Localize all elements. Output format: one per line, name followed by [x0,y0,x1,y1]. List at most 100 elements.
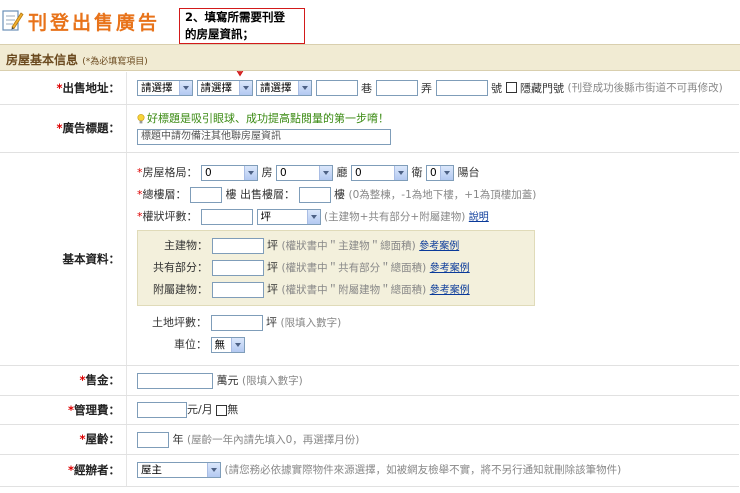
area-row: *權狀坪數： 坪 (主建物+共有部分+附屬建物) 說明 [137,208,489,225]
attached-building-input[interactable] [211,281,264,298]
address-note: (刊登成功後縣市街道不可再修改) [567,81,723,94]
page-title: 刊登出售廣告 [28,12,161,34]
common-area-label: 共有部分： [153,260,208,274]
age-row: *屋齡： 年 (屋齡一年內請先填入0，再選擇月份) [0,424,739,455]
age-input[interactable] [137,431,169,448]
address-row: *出售地址： 請選擇 請選擇 請選擇 巷 弄 號 隱藏門號 (刊登成功後縣市街道… [0,72,739,105]
chevron-down-icon [230,337,244,352]
layout-row: *房屋格局： 0 房 0 廳 0 衛 0 陽台 [137,164,480,181]
total-floors-input[interactable] [190,186,222,203]
chevron-down-icon [319,165,332,180]
chevron-down-icon [238,80,252,95]
price-note: (限填入數字) [242,374,303,387]
page-header: 刊登出售廣告 2、填寫所需要刊登 的房屋資訊； [0,0,740,44]
floors-unit: 樓 [225,187,237,201]
chevron-down-icon [298,80,311,95]
ad-title-row: *廣告標題： 好標題是吸引眼球、成功提高點閱量的第一步唷！ 標題中請勿備注其他聯… [0,104,739,153]
number-input[interactable] [435,79,488,96]
fee-input[interactable] [137,402,187,418]
ad-title-input[interactable]: 標題中請勿備注其他聯房屋資訊 [137,128,391,145]
main-building-note: (權狀書中＂主建物＂總面積) [281,239,416,252]
address-label: 出售地址： [62,80,121,95]
main-building-unit: 坪 [267,238,278,252]
city-select[interactable]: 請選擇 [137,79,193,96]
parking-row: 車位： 無 [137,334,739,356]
land-area-note: (限填入數字) [280,316,342,329]
chevron-down-icon [207,463,220,477]
alley-input[interactable] [375,79,418,96]
area-note: (主建物+共有部分+附屬建物) [324,210,466,223]
lightbulb-icon [137,113,145,123]
basic-info-row: 基本資料： *房屋格局： 0 房 0 廳 0 衛 0 陽台 *總樓層： 樓 出售… [0,152,739,366]
chevron-down-icon [306,209,320,224]
fee-unit: 元/月 [187,403,213,416]
land-area-input[interactable] [210,314,263,331]
number-unit: 號 [491,81,502,95]
ad-title-tip: 好標題是吸引眼球、成功提高點閱量的第一步唷！ [147,111,389,125]
hall-select[interactable]: 0 [276,164,333,181]
parking-select[interactable]: 無 [210,336,245,353]
main-building-input[interactable] [211,237,264,254]
agent-label: 經辦者： [74,463,120,477]
price-row: *售金： 萬元 (限填入數字) [0,365,739,396]
callout-line-2: 的房屋資訊； [185,27,254,41]
hide-number-checkbox[interactable] [505,82,517,94]
land-area-unit: 坪 [266,315,277,329]
lane-input[interactable] [315,79,358,96]
area-help-link[interactable]: 說明 [469,212,489,223]
area-input[interactable] [201,208,253,225]
no-fee-checkbox[interactable] [216,404,228,416]
price-label: 售金： [85,373,121,387]
sale-floor-input[interactable] [298,186,331,203]
room-select[interactable]: 0 [201,164,258,181]
attached-building-unit: 坪 [267,282,278,296]
attached-building-note: (權狀書中＂附屬建物＂總面積) [281,283,427,296]
land-area-row: 土地坪數： 坪 (限填入數字) [137,312,739,334]
required-note: (*為必填寫項目) [82,57,148,67]
land-area-label: 土地坪數： [152,315,207,329]
price-input[interactable] [137,372,213,389]
bath-unit: 衛 [411,165,423,179]
area-label: 權狀坪數： [142,209,198,223]
agent-row: *經辦者： 屋主 (請您務必依據實際物件來源選擇，如被網友檢舉不實，將不另行通知… [0,454,739,487]
no-fee-label: 無 [227,403,239,416]
hall-unit: 廳 [336,165,348,179]
common-area-note: (權狀書中＂共有部分＂總面積) [281,261,427,274]
section-title: 房屋基本信息 [6,53,79,67]
chevron-down-icon [394,165,407,180]
alley-unit: 弄 [421,81,432,95]
main-building-label: 主建物： [164,238,208,252]
balcony-unit: 陽台 [457,165,480,179]
price-unit: 萬元 [216,373,239,387]
basic-info-label: 基本資料： [62,251,121,266]
parking-label: 車位： [174,337,207,351]
chevron-down-icon [179,80,192,95]
floors-row: *總樓層： 樓 出售樓層： 樓 (0為整棟，-1為地下樓，+1為頂樓加蓋) [137,186,537,203]
layout-label: 房屋格局： [142,165,198,179]
instruction-callout: 2、填寫所需要刊登 的房屋資訊； [179,8,305,44]
common-area-unit: 坪 [267,260,278,274]
agent-note: (請您務必依據實際物件來源選擇，如被網友檢舉不實，將不另行通知就刪除該筆物件) [224,464,622,476]
main-building-row: 主建物： 坪 (權狀書中＂主建物＂總面積) 參考案例 [138,235,534,257]
street-select[interactable]: 請選擇 [256,79,312,96]
attached-building-example-link[interactable]: 參考案例 [430,285,470,296]
common-area-input[interactable] [211,259,264,276]
common-area-example-link[interactable]: 參考案例 [430,263,470,274]
agent-select[interactable]: 屋主 [137,462,221,478]
sale-floor-unit: 樓 [334,187,345,201]
attached-building-row: 附屬建物： 坪 (權狀書中＂附屬建物＂總面積) 參考案例 [138,279,534,301]
fee-row: *管理費： 元/月 無 [0,395,739,425]
hide-number-label: 隱藏門號 [520,81,564,95]
bath-select[interactable]: 0 [351,164,408,181]
attached-building-label: 附屬建物： [153,282,208,296]
balcony-select[interactable]: 0 [426,164,454,181]
section-header: 房屋基本信息 (*為必填寫項目) [0,44,740,71]
area-unit-select[interactable]: 坪 [256,208,321,225]
area-breakdown-box: 主建物： 坪 (權狀書中＂主建物＂總面積) 參考案例 共有部分： 坪 (權狀書中… [137,229,535,306]
chevron-down-icon [244,165,257,180]
district-select[interactable]: 請選擇 [196,79,253,96]
ad-title-label: 廣告標題： [62,121,121,135]
main-building-example-link[interactable]: 參考案例 [419,241,459,252]
sale-floor-label: 出售樓層： [240,187,295,201]
room-unit: 房 [261,165,273,179]
